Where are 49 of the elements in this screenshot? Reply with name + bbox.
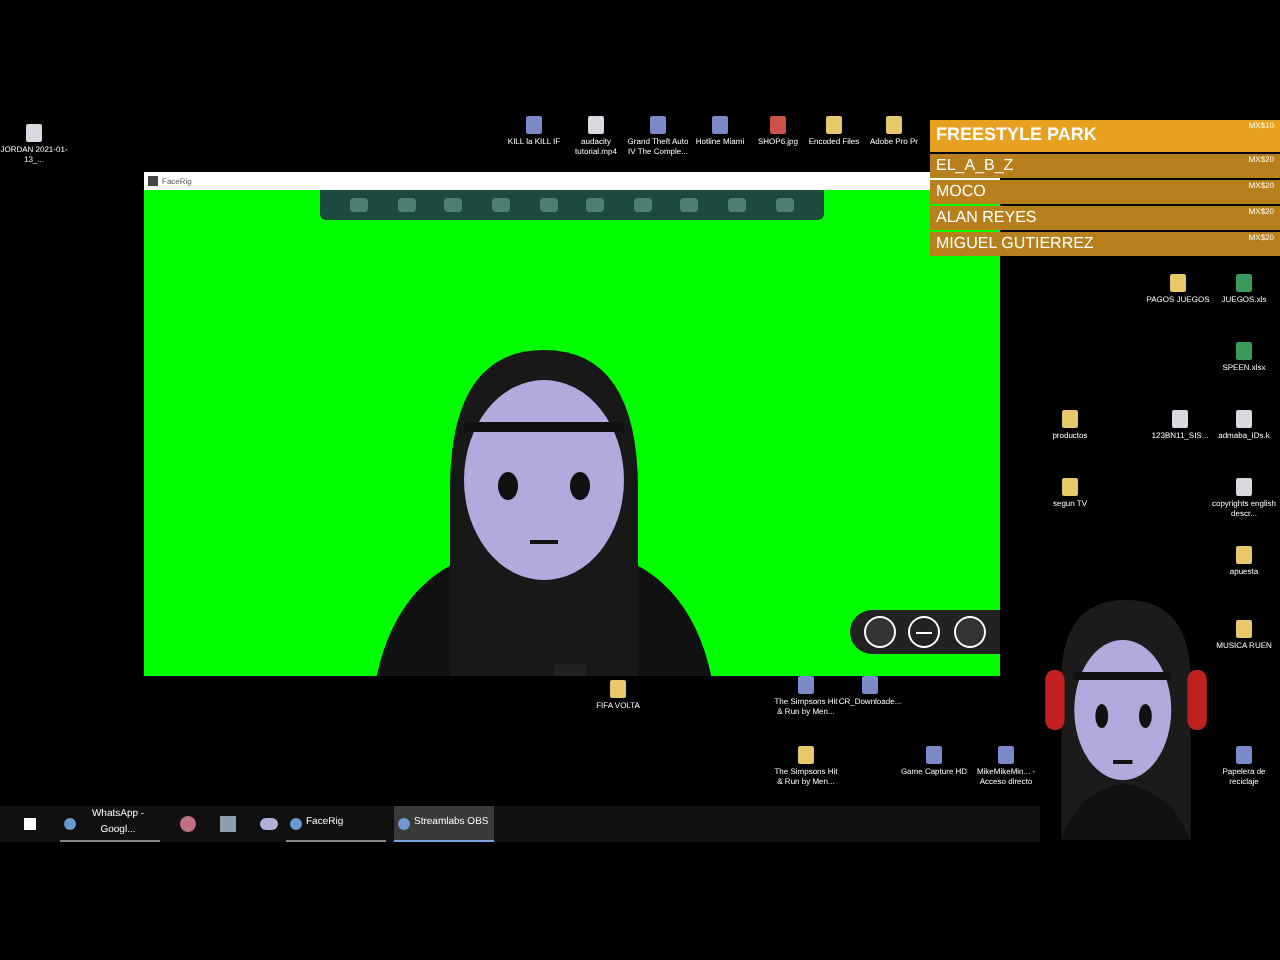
file-icon[interactable] (770, 116, 786, 134)
windows-start-icon[interactable] (24, 818, 36, 830)
file-icon[interactable] (1236, 746, 1252, 764)
folder-icon[interactable] (1062, 478, 1078, 496)
toolbar-icon[interactable] (539, 198, 558, 212)
app-icon (398, 817, 410, 829)
donor-name: EL_A_B_Z (936, 154, 1014, 178)
file-icon[interactable] (798, 676, 814, 694)
toolbar-icon[interactable] (492, 198, 511, 212)
app-icon (290, 817, 302, 829)
folder-icon[interactable] (1236, 620, 1252, 638)
file-icon[interactable] (26, 124, 42, 142)
file-icon[interactable] (926, 746, 942, 764)
folder-icon[interactable] (826, 116, 842, 134)
file-icon[interactable] (998, 746, 1014, 764)
file-icon[interactable] (1236, 478, 1252, 496)
file-icon[interactable] (526, 116, 542, 134)
file-icon[interactable] (650, 116, 666, 134)
taskbar-icon[interactable] (180, 816, 196, 832)
toolbar-icon[interactable] (586, 198, 605, 212)
donor-name: ALAN REYES (936, 206, 1037, 230)
taskbar-icon[interactable] (260, 818, 278, 830)
folder-icon[interactable] (798, 746, 814, 764)
toolbar-icon[interactable] (728, 198, 747, 212)
file-icon[interactable] (1236, 342, 1252, 360)
add-icon[interactable] (908, 616, 941, 648)
folder-icon[interactable] (1062, 410, 1078, 428)
folder-icon[interactable] (610, 680, 626, 698)
file-icon[interactable] (1236, 274, 1252, 292)
donor-name: MOCO (936, 180, 986, 204)
toolbar-icon[interactable] (680, 198, 699, 212)
file-icon[interactable] (712, 116, 728, 134)
toolbar-icon[interactable] (444, 198, 463, 212)
file-icon[interactable] (588, 116, 604, 134)
toolbar-icon[interactable] (350, 198, 369, 212)
file-icon[interactable] (1236, 410, 1252, 428)
folder-icon[interactable] (886, 116, 902, 134)
donor-name: FREESTYLE PARK (936, 122, 1097, 149)
donor-name: MIGUEL GUTIERREZ (936, 232, 1094, 256)
file-icon[interactable] (1172, 410, 1188, 428)
app-icon (64, 817, 76, 829)
folder-icon[interactable] (1170, 274, 1186, 292)
toolbar-icon[interactable] (397, 198, 416, 212)
file-icon[interactable] (862, 676, 878, 694)
folder-icon[interactable] (1236, 546, 1252, 564)
app-icon (148, 176, 158, 186)
toolbar-icon[interactable] (775, 198, 794, 212)
toolbar-icon[interactable] (633, 198, 652, 212)
expand-tab[interactable] (554, 664, 586, 676)
